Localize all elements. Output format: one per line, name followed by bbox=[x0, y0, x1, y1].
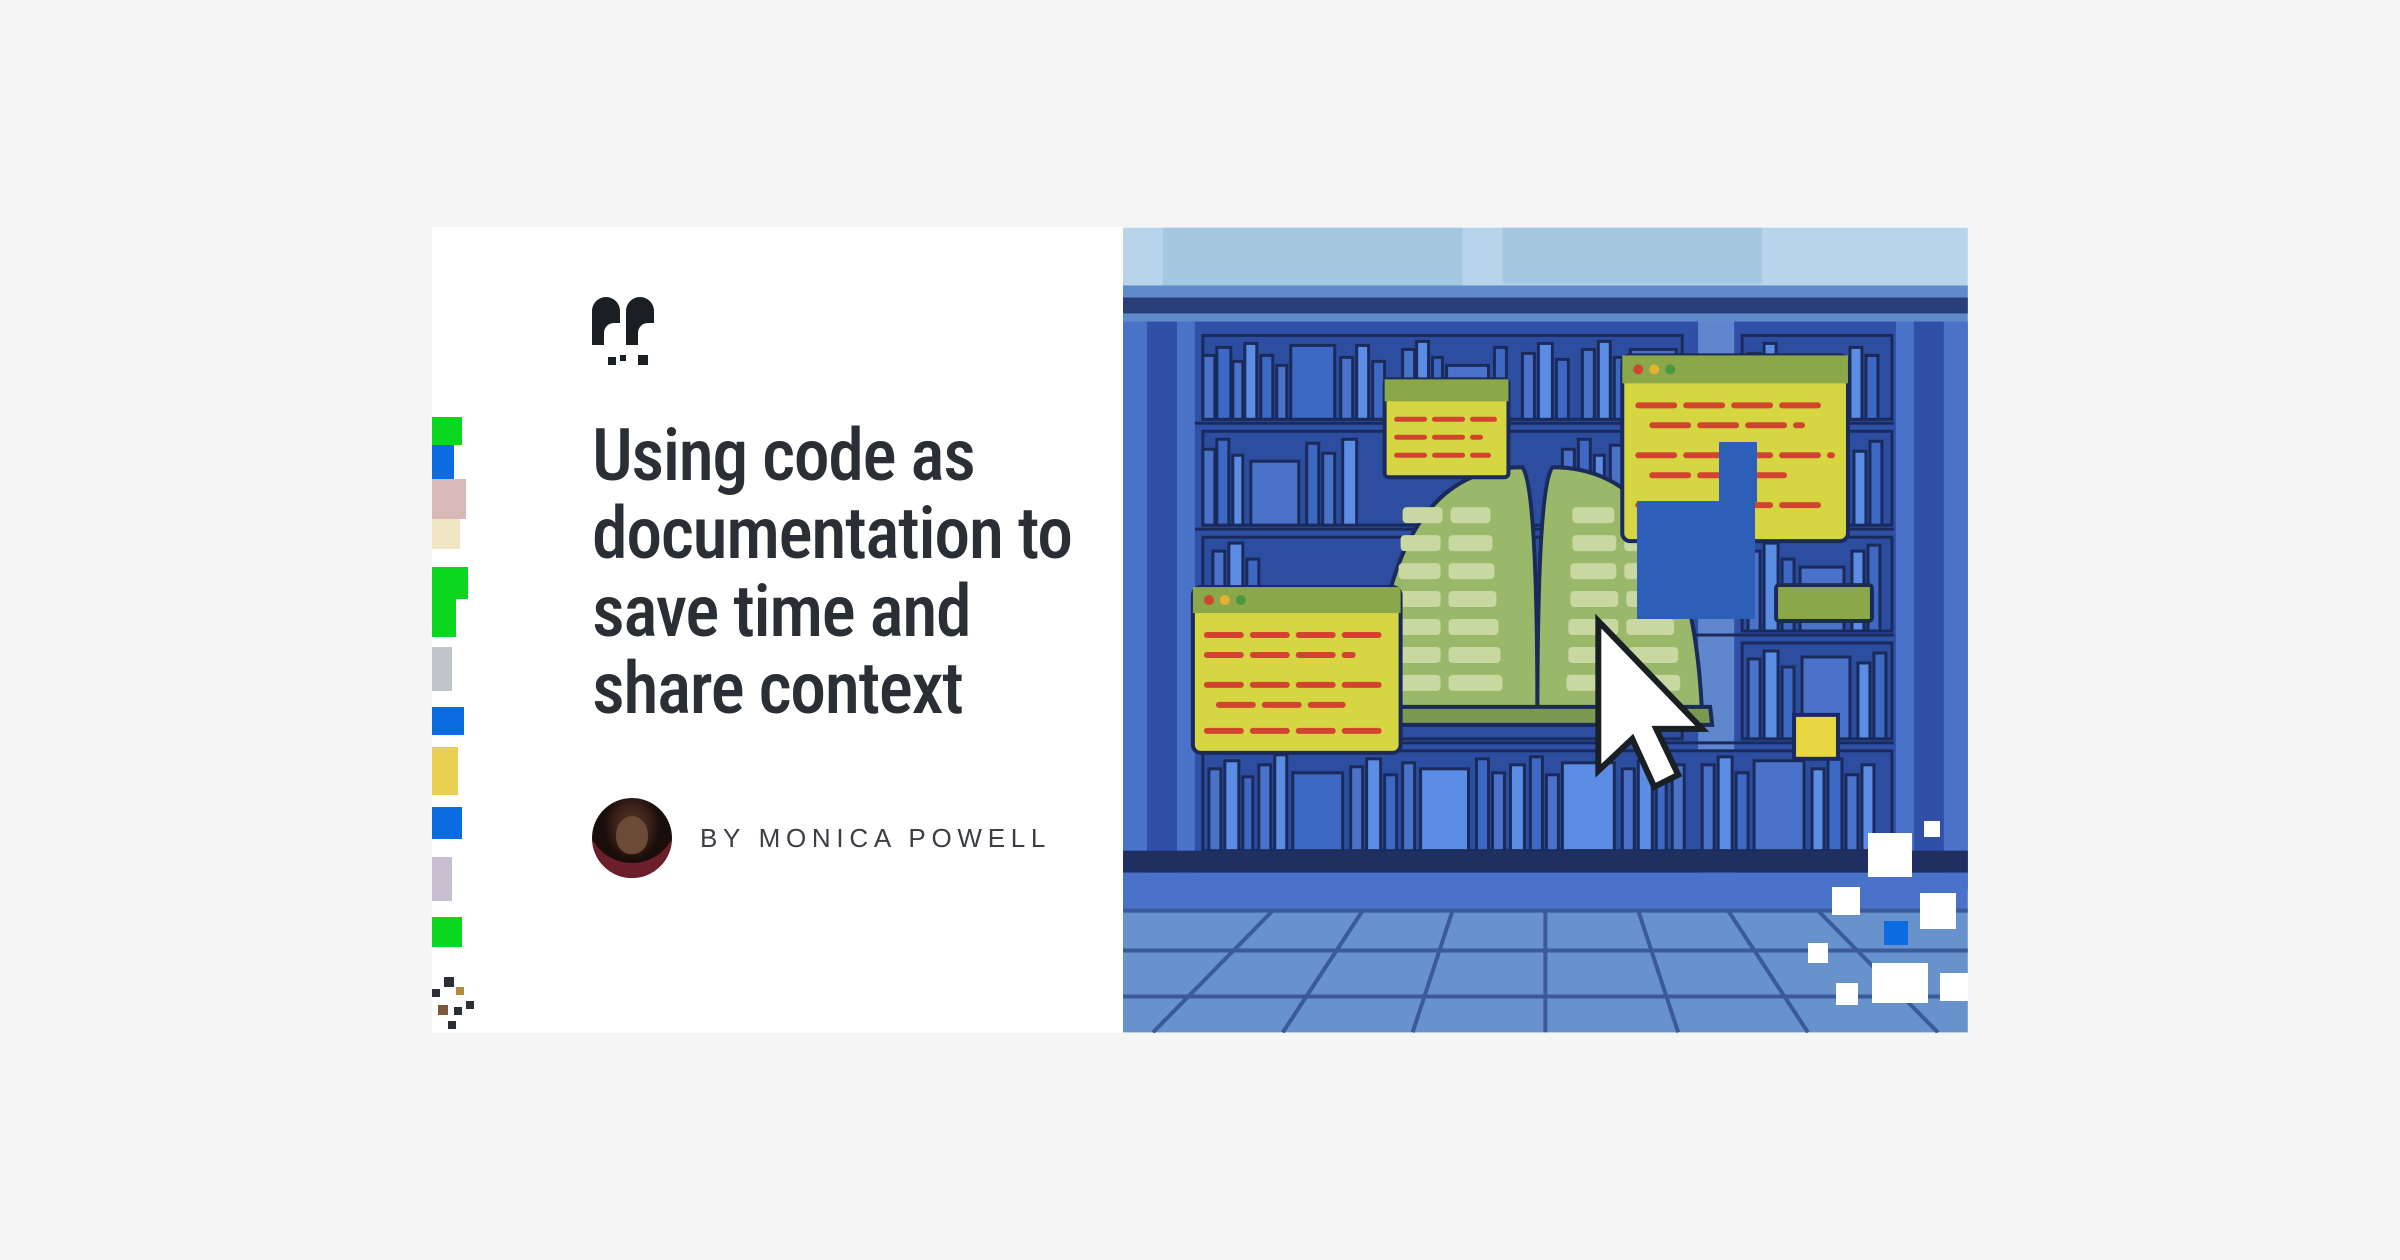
author-avatar bbox=[592, 798, 672, 878]
illustration-notch-step bbox=[1719, 442, 1757, 502]
byline-text: BY MONICA POWELL bbox=[700, 823, 1051, 854]
social-card: Using code as documentation to save time… bbox=[432, 227, 1968, 1033]
illustration-notch bbox=[1637, 501, 1755, 619]
library-illustration-svg bbox=[1123, 227, 1968, 1033]
article-title: Using code as documentation to save time… bbox=[592, 417, 1132, 728]
byline: BY MONICA POWELL bbox=[592, 798, 1155, 878]
content-panel: Using code as documentation to save time… bbox=[432, 227, 1185, 1033]
hero-illustration bbox=[1123, 227, 1968, 1033]
quote-icon bbox=[592, 297, 652, 357]
